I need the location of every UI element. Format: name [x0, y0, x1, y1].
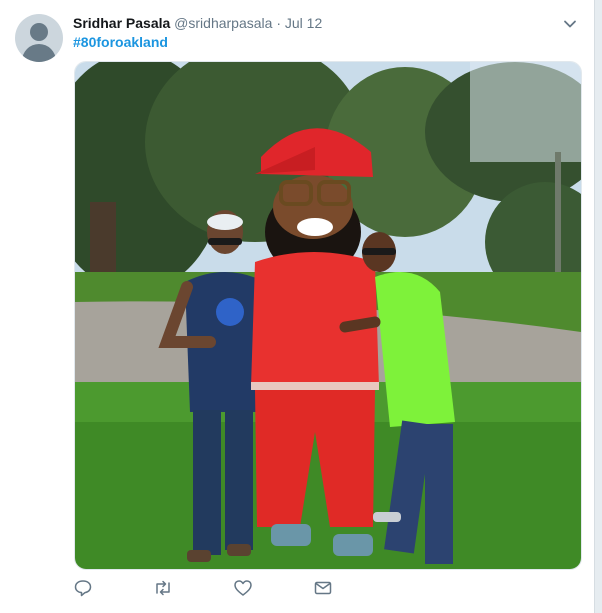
- tweet-photo[interactable]: [74, 61, 582, 570]
- tweet-header: Sridhar Pasala @sridharpasala · Jul 12: [73, 13, 543, 33]
- park-photo: [75, 62, 581, 569]
- chevron-down-icon[interactable]: [562, 16, 578, 32]
- hashtag-link[interactable]: #80foroakland: [73, 33, 168, 51]
- reply-icon[interactable]: [73, 578, 93, 598]
- tweet-card[interactable]: Sridhar Pasala @sridharpasala · Jul 12 #…: [0, 0, 595, 613]
- author-handle[interactable]: @sridharpasala: [174, 15, 272, 31]
- tweet-date[interactable]: Jul 12: [285, 15, 322, 31]
- tweet-actions: [73, 578, 373, 604]
- default-avatar-icon: [30, 23, 48, 41]
- direct-message-icon[interactable]: [313, 578, 333, 598]
- meta-separator: ·: [276, 15, 281, 31]
- avatar[interactable]: [15, 14, 63, 62]
- author-name[interactable]: Sridhar Pasala: [73, 15, 170, 31]
- retweet-icon[interactable]: [153, 578, 173, 598]
- like-icon[interactable]: [233, 578, 253, 598]
